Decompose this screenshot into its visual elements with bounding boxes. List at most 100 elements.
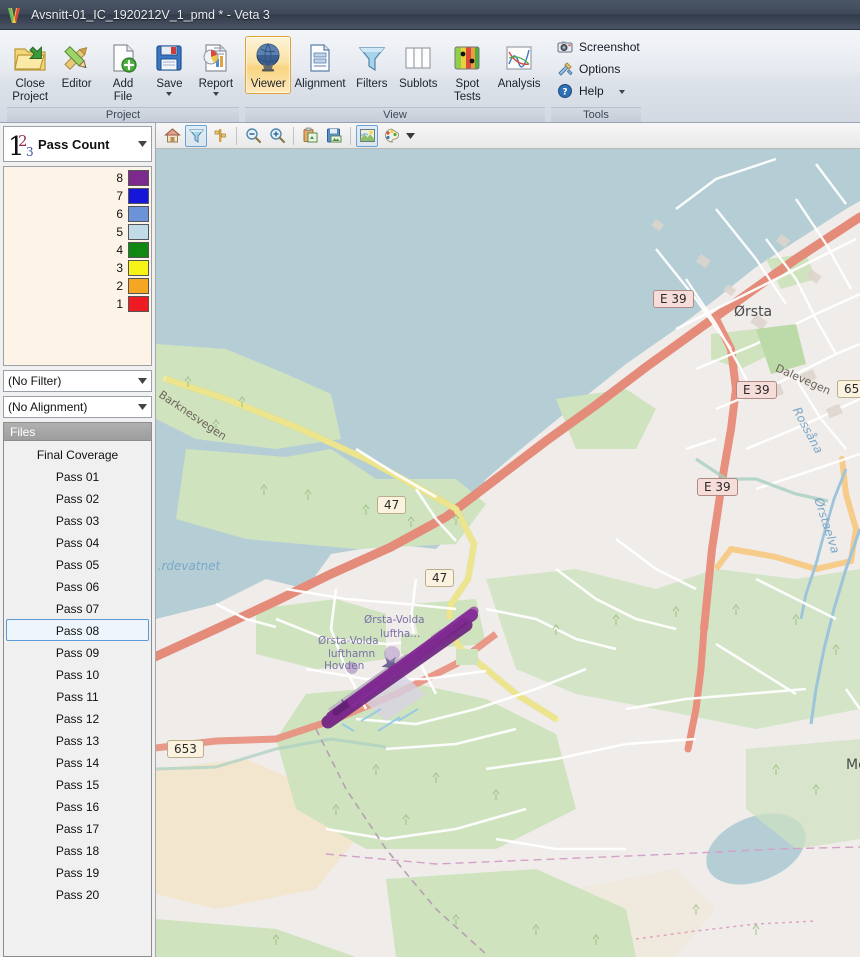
list-item-pass-12[interactable]: Pass 12 bbox=[6, 707, 149, 729]
map-image-icon[interactable] bbox=[356, 124, 378, 147]
attribute-selector-combo[interactable]: 1 2 3 Pass Count bbox=[3, 126, 152, 162]
filters-button[interactable]: Filters bbox=[349, 36, 395, 94]
chevron-down-icon[interactable] bbox=[135, 378, 149, 384]
list-item-pass-13[interactable]: Pass 13 bbox=[6, 729, 149, 751]
list-item-pass-03[interactable]: Pass 03 bbox=[6, 509, 149, 531]
ribbon-toolbar: Close Project Editor Add File Save Repor… bbox=[0, 30, 860, 123]
legend-swatch bbox=[128, 224, 149, 240]
toolbar-divider bbox=[293, 126, 294, 145]
chevron-down-icon[interactable] bbox=[135, 404, 149, 410]
alignment-marker-icon[interactable] bbox=[209, 125, 231, 147]
spot-tests-label: Spot Tests bbox=[453, 78, 481, 103]
road-shield-47-north: 47 bbox=[377, 496, 407, 514]
list-item-pass-15[interactable]: Pass 15 bbox=[6, 773, 149, 795]
alignment-document-icon bbox=[304, 40, 336, 76]
copy-to-clipboard-icon[interactable] bbox=[299, 125, 321, 147]
list-item-pass-19[interactable]: Pass 19 bbox=[6, 861, 149, 883]
camera-icon bbox=[556, 38, 574, 56]
color-palette-dropdown-caret[interactable] bbox=[404, 132, 416, 139]
list-item-pass-11[interactable]: Pass 11 bbox=[6, 685, 149, 707]
analysis-label: Analysis bbox=[497, 78, 541, 90]
analysis-button[interactable]: Analysis bbox=[493, 36, 545, 94]
legend-value: 5 bbox=[116, 225, 123, 239]
color-palette-icon[interactable] bbox=[380, 125, 402, 147]
spot-tests-button[interactable]: Spot Tests bbox=[442, 36, 494, 106]
list-item-final-coverage[interactable]: Final Coverage bbox=[6, 443, 149, 465]
legend-value: 4 bbox=[116, 243, 123, 257]
legend-entries: 8 7 6 5 4 3 2 1 bbox=[116, 169, 149, 313]
legend-value: 3 bbox=[116, 261, 123, 275]
toolbar-divider bbox=[236, 126, 237, 145]
legend-row: 6 bbox=[116, 205, 149, 223]
save-button[interactable]: Save bbox=[146, 36, 192, 99]
list-item-pass-16[interactable]: Pass 16 bbox=[6, 795, 149, 817]
editor-button[interactable]: Editor bbox=[53, 36, 99, 94]
veta-v-logo-icon bbox=[6, 6, 24, 24]
help-button[interactable]: ? Help bbox=[551, 80, 630, 102]
add-file-icon bbox=[106, 40, 140, 76]
files-panel-header: Files bbox=[3, 422, 152, 440]
map-view-area: E 39 E 39 E 39 655 47 47 653 Ørsta Dalev… bbox=[156, 123, 860, 957]
list-item-pass-09[interactable]: Pass 09 bbox=[6, 641, 149, 663]
pencil-ruler-icon bbox=[60, 40, 94, 76]
report-label: Report bbox=[198, 78, 234, 90]
chevron-down-icon[interactable] bbox=[135, 141, 149, 147]
open-folder-icon bbox=[13, 40, 47, 76]
help-dropdown-caret[interactable] bbox=[618, 89, 625, 94]
tools-wrench-icon bbox=[556, 60, 574, 78]
legend-swatch bbox=[128, 206, 149, 222]
legend-row: 8 bbox=[116, 169, 149, 187]
options-label: Options bbox=[579, 62, 621, 76]
report-button[interactable]: Report bbox=[193, 36, 239, 99]
funnel-icon bbox=[356, 40, 388, 76]
list-item-pass-10[interactable]: Pass 10 bbox=[6, 663, 149, 685]
list-item-pass-20[interactable]: Pass 20 bbox=[6, 883, 149, 905]
list-item-pass-02[interactable]: Pass 02 bbox=[6, 487, 149, 509]
filter-selector-combo[interactable]: (No Filter) bbox=[3, 370, 152, 392]
left-sidebar: 1 2 3 Pass Count 8 7 6 5 4 3 2 1 (No Fil… bbox=[0, 123, 156, 957]
files-list[interactable]: Final Coverage Pass 01 Pass 02 Pass 03 P… bbox=[3, 440, 152, 957]
map-toolbar bbox=[156, 123, 860, 149]
filter-selector-value: (No Filter) bbox=[8, 374, 62, 388]
save-dropdown-caret[interactable] bbox=[166, 91, 173, 96]
road-shield-47-south: 47 bbox=[425, 569, 455, 587]
add-file-button[interactable]: Add File bbox=[100, 36, 146, 106]
list-item-pass-14[interactable]: Pass 14 bbox=[6, 751, 149, 773]
ribbon-group-view-label: View bbox=[245, 107, 545, 122]
home-icon[interactable] bbox=[161, 125, 183, 147]
legend-row: 2 bbox=[116, 277, 149, 295]
list-item-pass-04[interactable]: Pass 04 bbox=[6, 531, 149, 553]
viewer-button[interactable]: Viewer bbox=[245, 36, 292, 94]
ribbon-group-view: Viewer Alignment Filters Sublots Spot Te… bbox=[242, 33, 548, 122]
sublots-button[interactable]: Sublots bbox=[395, 36, 441, 94]
legend-value: 8 bbox=[116, 171, 123, 185]
zoom-in-icon[interactable] bbox=[266, 125, 288, 147]
floppy-disk-icon bbox=[152, 40, 186, 76]
report-dropdown-caret[interactable] bbox=[212, 91, 219, 96]
legend-row: 3 bbox=[116, 259, 149, 277]
legend-value: 2 bbox=[116, 279, 123, 293]
road-shield-e39-north: E 39 bbox=[653, 290, 694, 308]
analysis-curve-icon bbox=[503, 40, 535, 76]
close-project-button[interactable]: Close Project bbox=[7, 36, 53, 106]
list-item-pass-07[interactable]: Pass 07 bbox=[6, 597, 149, 619]
list-item-pass-05[interactable]: Pass 05 bbox=[6, 553, 149, 575]
save-image-icon[interactable] bbox=[323, 125, 345, 147]
alignment-selector-combo[interactable]: (No Alignment) bbox=[3, 396, 152, 418]
screenshot-button[interactable]: Screenshot bbox=[551, 36, 645, 58]
map-canvas[interactable]: E 39 E 39 E 39 655 47 47 653 Ørsta Dalev… bbox=[156, 149, 860, 957]
funnel-filter-icon[interactable] bbox=[185, 124, 207, 147]
list-item-pass-18[interactable]: Pass 18 bbox=[6, 839, 149, 861]
screenshot-label: Screenshot bbox=[579, 40, 640, 54]
list-item-pass-01[interactable]: Pass 01 bbox=[6, 465, 149, 487]
list-item-pass-06[interactable]: Pass 06 bbox=[6, 575, 149, 597]
list-item-pass-17[interactable]: Pass 17 bbox=[6, 817, 149, 839]
list-item-pass-08[interactable]: Pass 08 bbox=[6, 619, 149, 641]
report-chart-icon bbox=[199, 40, 233, 76]
legend-swatch bbox=[128, 260, 149, 276]
toolbar-divider bbox=[350, 126, 351, 145]
legend-row: 5 bbox=[116, 223, 149, 241]
alignment-button[interactable]: Alignment bbox=[291, 36, 348, 94]
zoom-out-icon[interactable] bbox=[242, 125, 264, 147]
options-button[interactable]: Options bbox=[551, 58, 625, 80]
